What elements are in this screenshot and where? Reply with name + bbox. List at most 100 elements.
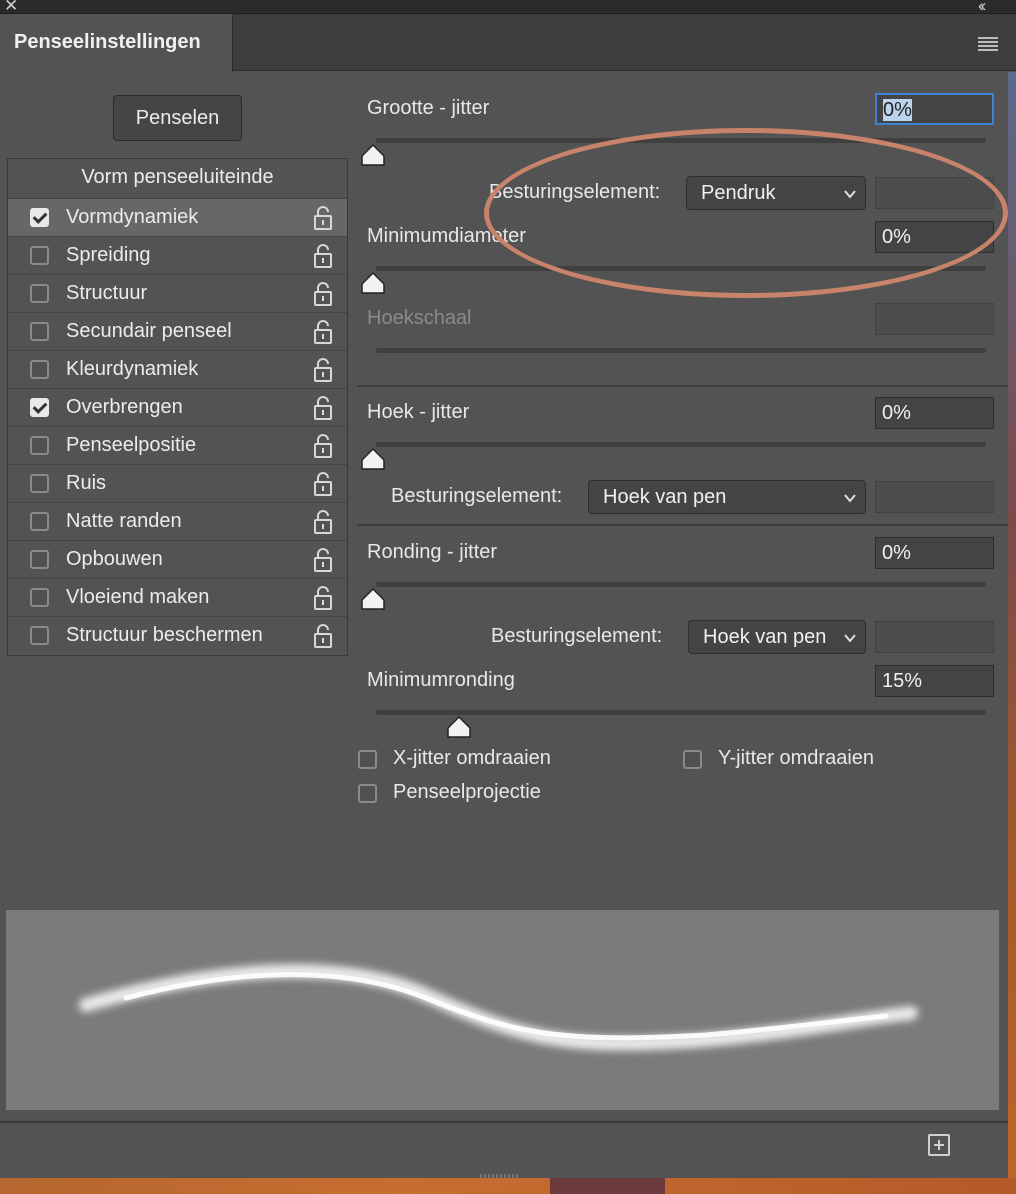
unlocked-padlock-icon[interactable] bbox=[313, 243, 333, 269]
option-checkbox[interactable] bbox=[30, 360, 49, 379]
list-item[interactable]: Structuur beschermen bbox=[8, 616, 347, 654]
title-strip bbox=[0, 0, 1016, 14]
unlocked-padlock-icon[interactable] bbox=[313, 205, 333, 231]
list-item-label: Overbrengen bbox=[66, 396, 183, 418]
option-checkbox[interactable] bbox=[30, 436, 49, 455]
option-checkbox[interactable] bbox=[30, 284, 49, 303]
chevron-down-icon bbox=[844, 634, 856, 643]
unlocked-padlock-icon[interactable] bbox=[313, 357, 333, 383]
option-checkbox[interactable] bbox=[30, 208, 49, 227]
list-item-label: Structuur beschermen bbox=[66, 624, 263, 646]
angle-control-label: Besturingselement: bbox=[391, 485, 563, 507]
section-divider bbox=[357, 385, 1008, 387]
roundness-control-value: Hoek van pen bbox=[703, 626, 827, 648]
roundness-control-label: Besturingselement: bbox=[491, 625, 663, 647]
roundness-control-dropdown[interactable]: Hoek van pen bbox=[688, 620, 866, 654]
min-roundness-slider-thumb[interactable] bbox=[446, 715, 472, 739]
list-item-label: Ruis bbox=[66, 472, 107, 494]
option-checkbox[interactable] bbox=[30, 626, 49, 645]
annotation-ellipse bbox=[484, 128, 1008, 298]
unlocked-padlock-icon[interactable] bbox=[313, 547, 333, 573]
background-canvas-edge bbox=[1008, 72, 1016, 1194]
option-checkbox[interactable] bbox=[30, 550, 49, 569]
penselen-button[interactable]: Penselen bbox=[113, 95, 242, 141]
panel-title: Penseelinstellingen bbox=[14, 31, 201, 53]
panel-footer bbox=[0, 1121, 1008, 1173]
double-chevron-icon[interactable]: ‹‹ bbox=[978, 0, 987, 15]
tilt-scale-label: Hoekschaal bbox=[367, 307, 472, 329]
tilt-scale-input bbox=[875, 303, 994, 335]
brush-tip-shape-item[interactable]: Vorm penseeluiteinde bbox=[7, 166, 348, 189]
unlocked-padlock-icon[interactable] bbox=[313, 623, 333, 649]
list-item-label: Opbouwen bbox=[66, 548, 163, 570]
list-item[interactable]: Kleurdynamiek bbox=[8, 350, 347, 388]
list-item[interactable]: Vormdynamiek bbox=[8, 198, 347, 236]
list-item[interactable]: Secundair penseel bbox=[8, 312, 347, 350]
angle-jitter-input[interactable]: 0% bbox=[875, 397, 994, 429]
flip-x-checkbox[interactable] bbox=[358, 750, 377, 769]
list-item-label: Structuur bbox=[66, 282, 148, 304]
min-roundness-input[interactable]: 15% bbox=[875, 665, 994, 697]
list-item[interactable]: Spreiding bbox=[8, 236, 347, 274]
roundness-jitter-label: Ronding - jitter bbox=[367, 541, 498, 563]
angle-jitter-slider-track[interactable] bbox=[376, 442, 986, 447]
size-jitter-slider-thumb[interactable] bbox=[360, 143, 386, 167]
unlocked-padlock-icon[interactable] bbox=[313, 585, 333, 611]
angle-control-aux-input bbox=[875, 481, 994, 513]
list-item[interactable]: Overbrengen bbox=[8, 388, 347, 426]
unlocked-padlock-icon[interactable] bbox=[313, 319, 333, 345]
list-item-label: Secundair penseel bbox=[66, 320, 232, 342]
list-item[interactable]: Ruis bbox=[8, 464, 347, 502]
option-checkbox[interactable] bbox=[30, 322, 49, 341]
option-checkbox[interactable] bbox=[30, 246, 49, 265]
size-jitter-label: Grootte - jitter bbox=[367, 97, 490, 119]
option-checkbox[interactable] bbox=[30, 474, 49, 493]
plus-square-icon[interactable] bbox=[928, 1134, 950, 1156]
close-icon[interactable]: ✕ bbox=[4, 0, 18, 15]
flip-y-label: Y-jitter omdraaien bbox=[718, 747, 875, 769]
list-item[interactable]: Penseelpositie bbox=[8, 426, 347, 464]
list-item[interactable]: Natte randen bbox=[8, 502, 347, 540]
tilt-scale-slider-track bbox=[376, 348, 986, 353]
roundness-control-aux-input bbox=[875, 621, 994, 653]
chevron-down-icon bbox=[844, 494, 856, 503]
roundness-jitter-slider-track[interactable] bbox=[376, 582, 986, 587]
roundness-jitter-input[interactable]: 0% bbox=[875, 537, 994, 569]
list-item[interactable]: Opbouwen bbox=[8, 540, 347, 578]
list-item-label: Natte randen bbox=[66, 510, 182, 532]
brush-stroke-preview bbox=[6, 910, 999, 1110]
hamburger-menu-icon[interactable] bbox=[978, 37, 998, 51]
angle-jitter-slider-thumb[interactable] bbox=[360, 447, 386, 471]
size-jitter-input[interactable]: 0% bbox=[875, 93, 994, 125]
angle-control-dropdown[interactable]: Hoek van pen bbox=[588, 480, 866, 514]
unlocked-padlock-icon[interactable] bbox=[313, 395, 333, 421]
canvas-thumbnail bbox=[550, 1178, 665, 1194]
brush-projection-checkbox[interactable] bbox=[358, 784, 377, 803]
roundness-jitter-slider-thumb[interactable] bbox=[360, 587, 386, 611]
flip-y-checkbox[interactable] bbox=[683, 750, 702, 769]
background-canvas-bottom bbox=[0, 1178, 1016, 1194]
unlocked-padlock-icon[interactable] bbox=[313, 509, 333, 535]
min-roundness-label: Minimumronding bbox=[367, 669, 515, 691]
angle-jitter-label: Hoek - jitter bbox=[367, 401, 470, 423]
min-diameter-slider-thumb[interactable] bbox=[360, 271, 386, 295]
brush-projection-label: Penseelprojectie bbox=[393, 781, 541, 803]
angle-control-value: Hoek van pen bbox=[603, 486, 727, 508]
option-checkbox[interactable] bbox=[30, 398, 49, 417]
unlocked-padlock-icon[interactable] bbox=[313, 433, 333, 459]
list-item-label: Penseelpositie bbox=[66, 434, 197, 456]
list-item-label: Spreiding bbox=[66, 244, 151, 266]
list-item-label: Vloeiend maken bbox=[66, 586, 210, 608]
list-item[interactable]: Vloeiend maken bbox=[8, 578, 347, 616]
unlocked-padlock-icon[interactable] bbox=[313, 471, 333, 497]
unlocked-padlock-icon[interactable] bbox=[313, 281, 333, 307]
option-checkbox[interactable] bbox=[30, 512, 49, 531]
list-item-label: Kleurdynamiek bbox=[66, 358, 199, 380]
resize-grip[interactable] bbox=[480, 1174, 520, 1178]
stroke-preview-graphic bbox=[79, 964, 918, 1051]
list-item-label: Vormdynamiek bbox=[66, 206, 199, 228]
list-item[interactable]: Structuur bbox=[8, 274, 347, 312]
section-divider bbox=[357, 524, 1008, 526]
flip-x-label: X-jitter omdraaien bbox=[393, 747, 551, 769]
option-checkbox[interactable] bbox=[30, 588, 49, 607]
